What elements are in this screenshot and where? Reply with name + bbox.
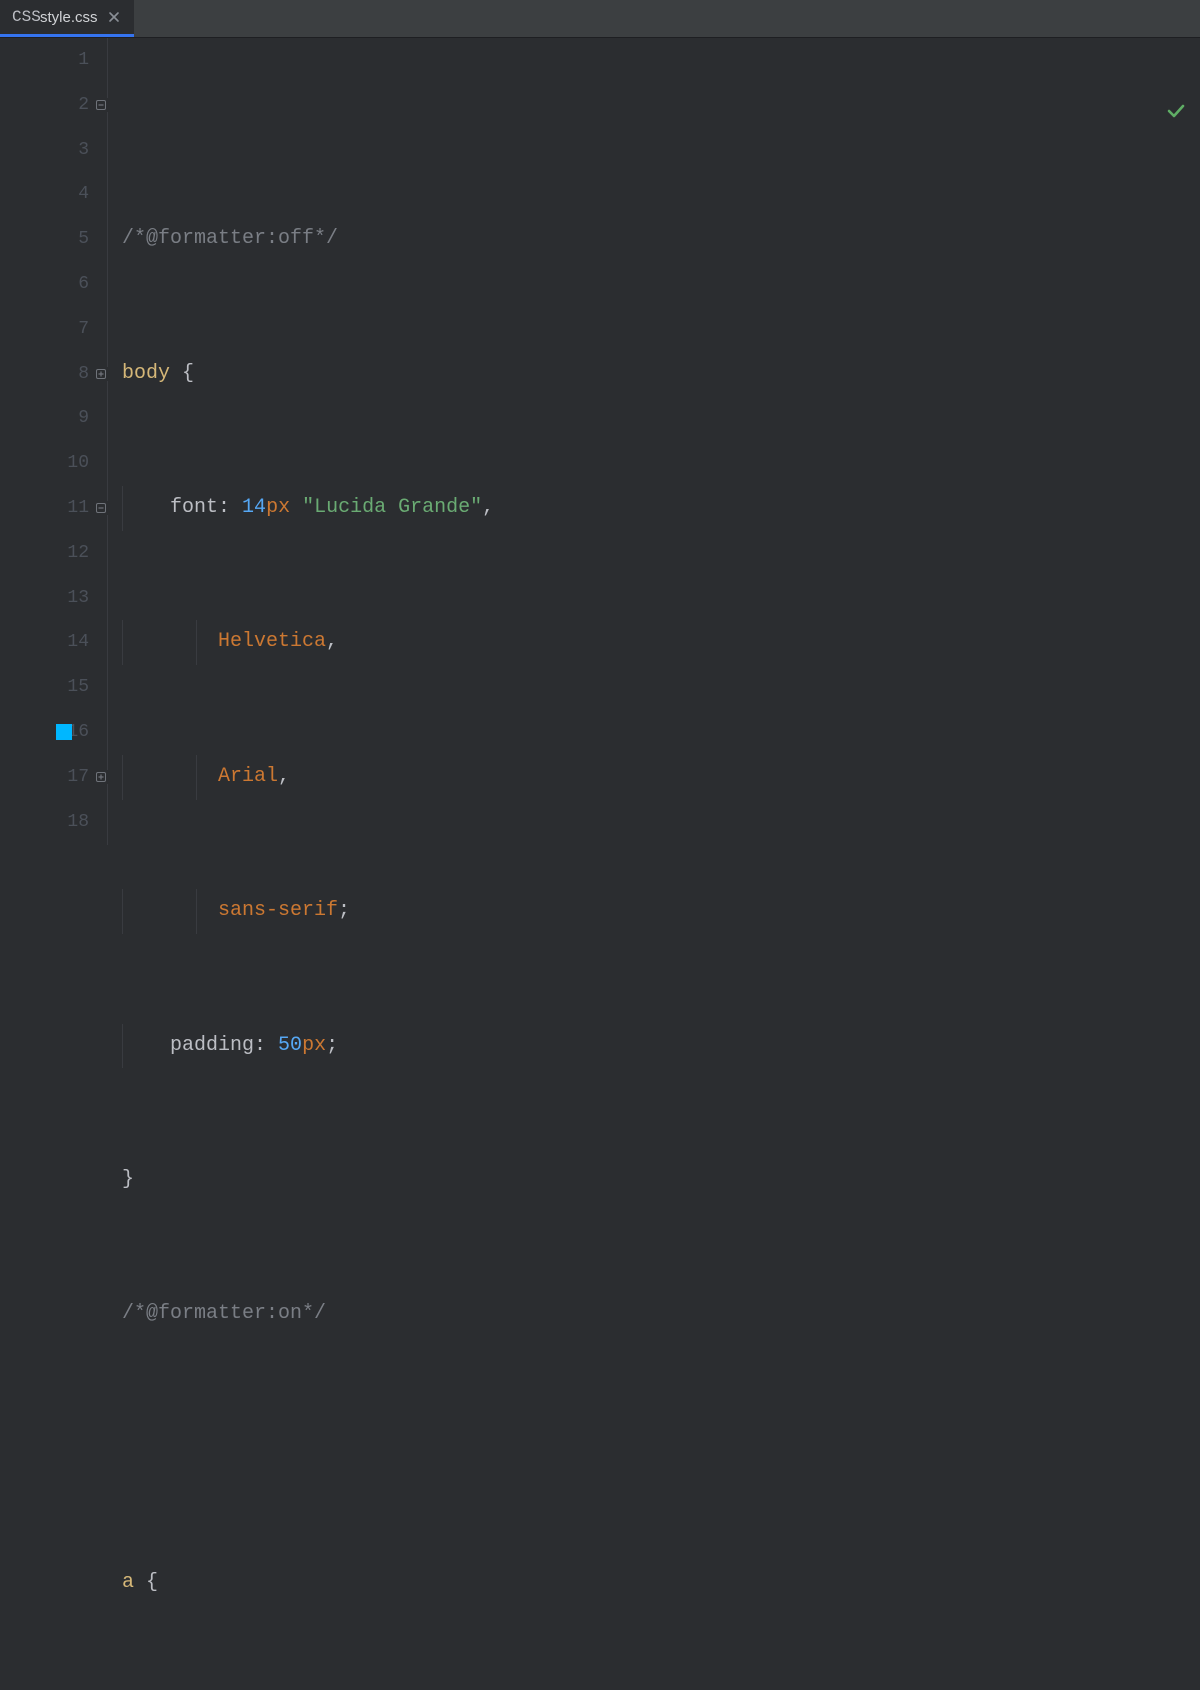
- code-line: /*@formatter:on*/: [122, 1292, 1200, 1337]
- line-number: 18: [63, 800, 89, 845]
- code-line: }: [122, 1158, 1200, 1203]
- code-area[interactable]: /*@formatter:off*/ body { font: 14px "Lu…: [108, 38, 1200, 845]
- code-line: sans-serif;: [122, 889, 1200, 934]
- editor-tab[interactable]: CSS style.css: [0, 0, 134, 37]
- color-swatch-icon[interactable]: [56, 724, 72, 740]
- fold-collapse-icon[interactable]: [94, 98, 108, 112]
- line-number: 1: [63, 38, 89, 83]
- line-number: 3: [63, 128, 89, 173]
- fold-collapse-icon[interactable]: [94, 501, 108, 515]
- code-line: /*@formatter:off*/: [122, 217, 1200, 262]
- line-number: 10: [63, 441, 89, 486]
- line-number: 17: [63, 755, 89, 800]
- inspection-ok-icon[interactable]: [1094, 50, 1186, 184]
- line-number: 15: [63, 665, 89, 710]
- line-number: 5: [63, 217, 89, 262]
- fold-expand-icon[interactable]: [94, 770, 108, 784]
- line-number: 13: [63, 576, 89, 621]
- line-number: 8: [63, 352, 89, 397]
- line-number: 2: [63, 83, 89, 128]
- code-line: font: 14px "Lucida Grande",: [122, 486, 1200, 531]
- code-line: padding: 50px;: [122, 1024, 1200, 1069]
- fold-expand-icon[interactable]: [94, 367, 108, 381]
- code-line: Arial,: [122, 755, 1200, 800]
- line-number: 9: [63, 396, 89, 441]
- line-number: 4: [63, 172, 89, 217]
- close-icon[interactable]: [106, 9, 122, 25]
- line-number: 6: [63, 262, 89, 307]
- code-line: a {: [122, 1561, 1200, 1606]
- code-editor[interactable]: 1 2 3 4 5 6 7 8 9 10 11 12 13 14 15 16 1…: [0, 38, 1200, 845]
- gutter: 1 2 3 4 5 6 7 8 9 10 11 12 13 14 15 16 1…: [0, 38, 108, 845]
- line-number: 14: [63, 620, 89, 665]
- code-line: body {: [122, 352, 1200, 397]
- code-line: Helvetica,: [122, 620, 1200, 665]
- line-number: 7: [63, 307, 89, 352]
- css-file-icon: CSS: [12, 7, 32, 27]
- code-line: [122, 1427, 1200, 1472]
- line-number: 12: [63, 531, 89, 576]
- tab-filename: style.css: [40, 9, 98, 26]
- line-number: 11: [63, 486, 89, 531]
- tab-bar: CSS style.css: [0, 0, 1200, 38]
